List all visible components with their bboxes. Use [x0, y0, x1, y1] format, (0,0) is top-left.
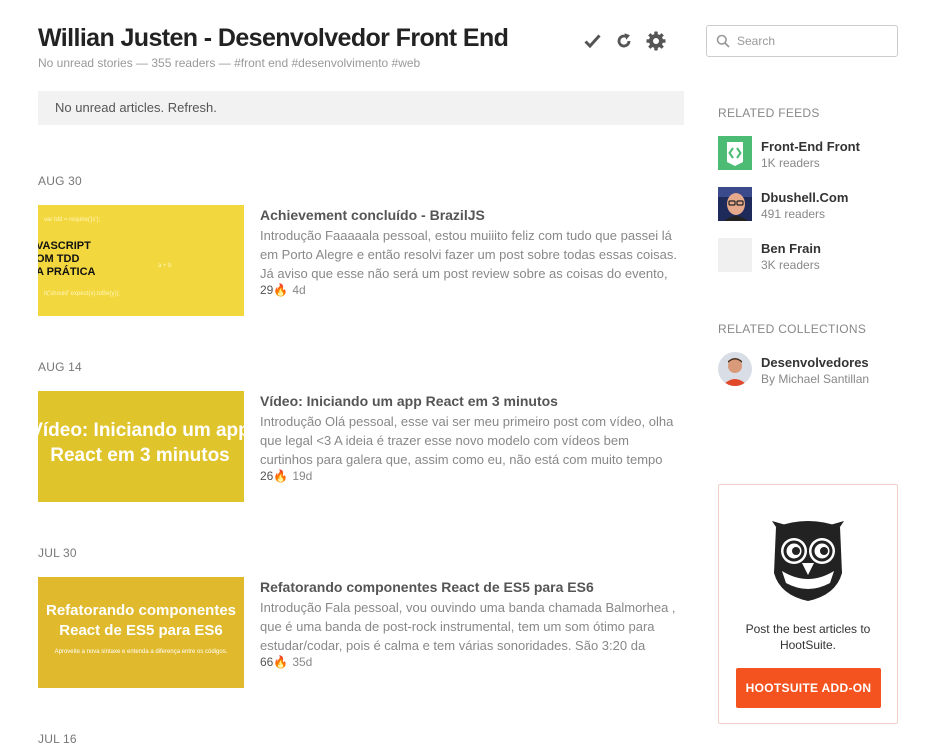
hootsuite-addon-button[interactable]: HOOTSUITE ADD-ON	[736, 668, 881, 708]
related-collection-item[interactable]: Desenvolvedores By Michael Santillan	[718, 352, 898, 388]
date-heading: AUG 30	[38, 174, 82, 188]
collection-name: Desenvolvedores	[761, 355, 869, 370]
main-column: Willian Justen - Desenvolvedor Front End…	[38, 0, 684, 756]
related-feed-item[interactable]: Dbushell.Com 491 readers	[718, 187, 898, 223]
gear-icon[interactable]	[646, 31, 666, 51]
article-title[interactable]: Achievement concluído - BrazilJS	[260, 207, 485, 223]
article-meta: 29🔥 4d	[260, 283, 306, 297]
search-box[interactable]	[706, 25, 898, 57]
search-input[interactable]	[737, 32, 889, 50]
avatar	[718, 187, 752, 221]
related-collections-heading: RELATED COLLECTIONS	[718, 322, 867, 336]
article-thumbnail[interactable]: var tdd = require('js'); a + b it('shoul…	[38, 205, 244, 316]
search-icon	[716, 34, 730, 48]
thumbnail-text: VASCRIPT OM TDD A PRÁTICA	[38, 240, 96, 278]
hootsuite-promo: Post the best articles to HootSuite. HOO…	[718, 484, 898, 724]
article-title[interactable]: Refatorando componentes React de ES5 par…	[260, 579, 594, 595]
article-thumbnail[interactable]: Refatorando componentes React de ES5 par…	[38, 577, 244, 688]
flame-icon: 🔥	[273, 655, 289, 669]
feed-subline: No unread stories — 355 readers — #front…	[38, 56, 421, 70]
related-feed-item[interactable]: Ben Frain 3K readers	[718, 238, 898, 274]
check-icon[interactable]	[582, 31, 602, 51]
thumbnail-text: Refatorando componentes React de ES5 par…	[45, 602, 237, 639]
related-feed-item[interactable]: Front-End Front 1K readers	[718, 136, 898, 172]
article-thumbnail[interactable]: Vídeo: Iniciando um app React em 3 minut…	[38, 391, 244, 502]
article-age: 35d	[292, 655, 313, 669]
date-heading: AUG 14	[38, 360, 82, 374]
flame-icon: 🔥	[273, 283, 289, 297]
date-heading: JUL 30	[38, 546, 77, 560]
collection-author: By Michael Santillan	[761, 372, 870, 386]
feed-name: Dbushell.Com	[761, 190, 849, 205]
article-entry[interactable]: var tdd = require('js'); a + b it('shoul…	[38, 205, 684, 317]
article-summary: Introdução Faaaaala pessoal, estou muiii…	[260, 228, 677, 281]
avatar	[718, 352, 752, 386]
flame-icon: 🔥	[273, 469, 289, 483]
thumbnail-text: Vídeo: Iniciando um app React em 3 minut…	[38, 420, 244, 466]
article-entry[interactable]: Refatorando componentes React de ES5 par…	[38, 577, 684, 689]
feed-name: Front-End Front	[761, 139, 860, 154]
related-feeds-heading: RELATED FEEDS	[718, 106, 820, 120]
article-entry[interactable]: Vídeo: Iniciando um app React em 3 minut…	[38, 391, 684, 503]
engagement-count: 66	[260, 655, 274, 669]
article-summary: Introdução Fala pessoal, vou ouvindo uma…	[260, 600, 676, 653]
feed-readers: 1K readers	[761, 156, 820, 170]
engagement-count: 29	[260, 283, 274, 297]
refresh-icon[interactable]	[614, 31, 634, 51]
feed-name: Ben Frain	[761, 241, 821, 256]
owl-logo	[770, 517, 846, 601]
article-age: 4d	[292, 283, 306, 297]
feed-readers: 3K readers	[761, 258, 820, 272]
article-meta: 26🔥 19d	[260, 469, 312, 483]
sidebar: RELATED FEEDS Front-End Front 1K readers	[706, 0, 898, 756]
no-unread-notice[interactable]: No unread articles. Refresh.	[38, 91, 684, 125]
article-meta: 66🔥 35d	[260, 655, 312, 669]
feed-actions	[582, 31, 666, 51]
page-title: Willian Justen - Desenvolvedor Front End	[38, 24, 509, 52]
article-age: 19d	[292, 469, 313, 483]
placeholder-icon	[718, 238, 752, 272]
thumbnail-subtext: Aproveite a nova sintaxe e entenda a dif…	[54, 649, 228, 655]
code-icon	[718, 136, 752, 170]
engagement-count: 26	[260, 469, 274, 483]
date-heading: JUL 16	[38, 732, 77, 746]
article-summary: Introdução Olá pessoal, esse vai ser meu…	[260, 414, 674, 467]
feed-readers: 491 readers	[761, 207, 826, 221]
promo-text: Post the best articles to HootSuite.	[745, 622, 871, 652]
article-title[interactable]: Vídeo: Iniciando um app React em 3 minut…	[260, 393, 558, 409]
